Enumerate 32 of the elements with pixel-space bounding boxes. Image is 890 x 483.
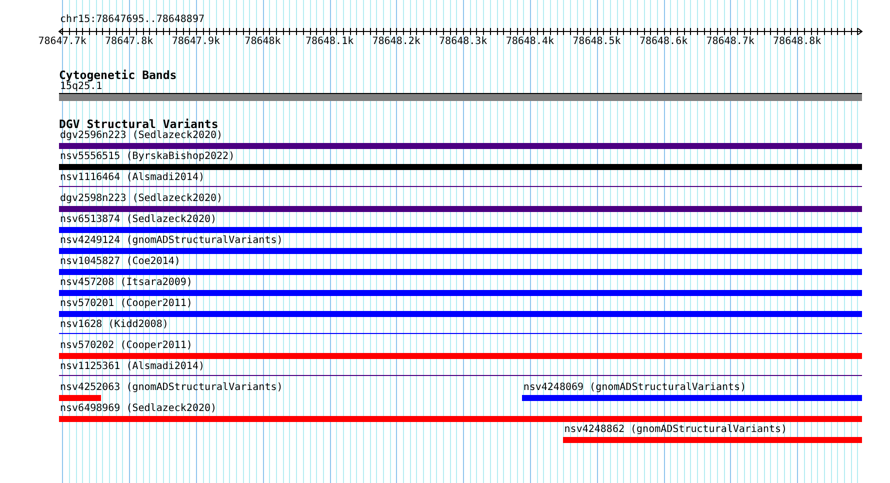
track-title: Cytogenetic Bands <box>59 69 178 81</box>
track-title: DGV Structural Variants <box>59 118 218 130</box>
feature-label: nsv570201 (Cooper2011) <box>59 298 192 310</box>
tick-label: 78647.8k <box>105 36 154 48</box>
feature-label: nsv1116464 (Alsmadi2014) <box>59 172 204 184</box>
feature-label: 15q25.1 <box>60 81 102 93</box>
feature-label: nsv5556515 (ByrskaBishop2022) <box>59 151 235 163</box>
feature-label: nsv4252063 (gnomADStructuralVariants) <box>59 382 283 394</box>
tick-label: 78648.4k <box>506 36 554 48</box>
feature-label: nsv1045827 (Coe2014) <box>59 256 180 268</box>
feature-label: dgv2598n223 (Sedlazeck2020) <box>59 193 223 205</box>
feature-label: nsv6498969 (Sedlazeck2020) <box>59 403 217 415</box>
tick-label: 78648.2k <box>372 36 420 48</box>
tick-label: 78647.7k <box>38 36 86 48</box>
feature-label: nsv1125361 (Alsmadi2014) <box>59 361 204 373</box>
feature-label: dgv2596n223 (Sedlazeck2020) <box>59 130 223 142</box>
feature-label: nsv6513874 (Sedlazeck2020) <box>59 214 217 226</box>
feature-label: nsv4248069 (gnomADStructuralVariants) <box>522 382 746 394</box>
locus-label: chr15:78647695..78648897 <box>59 14 206 26</box>
tick-label: 78648.7k <box>706 36 754 48</box>
feature-label: nsv4249124 (gnomADStructuralVariants) <box>59 235 283 247</box>
tick-label: 78648.5k <box>572 36 621 48</box>
tick-label: 78648.6k <box>639 36 688 48</box>
tick-label: 78648.3k <box>439 36 488 48</box>
feature-label: nsv570202 (Cooper2011) <box>59 340 192 352</box>
tick-label: 78648.1k <box>305 36 354 48</box>
tick-label: 78648.8k <box>773 36 822 48</box>
feature-label: nsv457208 (Itsara2009) <box>59 277 192 289</box>
feature-label: nsv4248862 (gnomADStructuralVariants) <box>563 424 788 436</box>
tick-label: 78647.9k <box>172 36 220 48</box>
tick-label: 78648k <box>244 36 281 48</box>
feature-label: nsv1628 (Kidd2008) <box>59 319 168 331</box>
